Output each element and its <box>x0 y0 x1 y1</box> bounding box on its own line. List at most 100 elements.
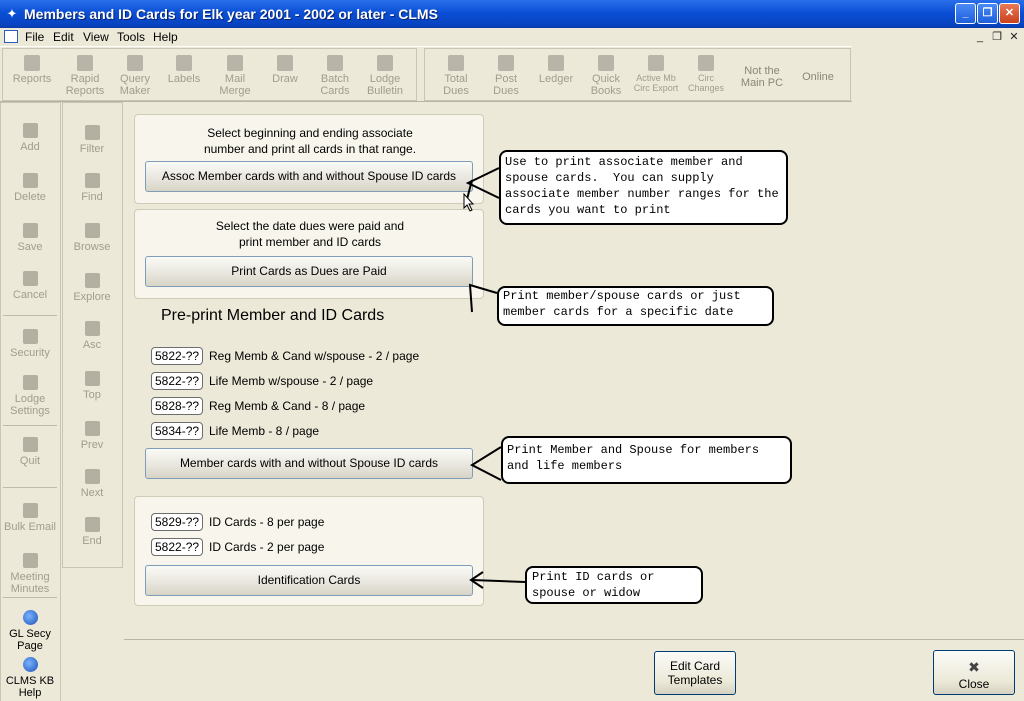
mdi-restore-icon[interactable]: ❐ <box>989 30 1005 44</box>
close-button[interactable]: ✖ Close <box>933 650 1015 695</box>
preprint-item-label: Life Memb - 8 / page <box>209 424 320 438</box>
edit-card-templates-button[interactable]: Edit Card Templates <box>654 651 736 695</box>
save-button[interactable]: Save <box>1 223 59 253</box>
menu-file[interactable]: File <box>25 30 44 44</box>
menu-tools[interactable]: Tools <box>117 30 145 44</box>
clms-kb-help-link[interactable]: CLMS KB Help <box>1 657 59 699</box>
query-maker-button[interactable]: Query Maker <box>110 53 160 101</box>
circ-changes-button[interactable]: Circ Changes <box>681 53 731 101</box>
menu-help[interactable]: Help <box>153 30 178 44</box>
mdi-close-icon[interactable]: ✕ <box>1006 30 1022 44</box>
preprint-heading: Pre-print Member and ID Cards <box>161 307 385 324</box>
lodge-bulletin-icon <box>377 55 393 71</box>
filter-button[interactable]: Filter <box>63 125 121 155</box>
close-icon: ✖ <box>968 659 980 675</box>
mouse-cursor-icon <box>463 193 475 212</box>
filter-icon <box>84 125 100 140</box>
not-main-pc-indicator: Not the Main PC <box>740 65 784 89</box>
sidebar-navigation: Filter Find Browse Explore Asc Top Prev … <box>62 102 123 568</box>
end-button[interactable]: End <box>63 517 121 547</box>
reports-icon <box>24 55 40 71</box>
menu-edit[interactable]: Edit <box>53 30 74 44</box>
globe-icon <box>22 657 38 672</box>
app-icon: ✦ <box>6 6 18 21</box>
explore-button[interactable]: Explore <box>63 273 121 303</box>
code-box: 5834-?? <box>151 422 204 440</box>
document-icon <box>4 30 18 43</box>
delete-icon <box>22 173 38 188</box>
identification-cards-button[interactable]: Identification Cards <box>145 565 473 596</box>
prev-record-icon <box>84 421 100 436</box>
mail-merge-icon <box>227 55 243 71</box>
batch-cards-button[interactable]: Batch Cards <box>310 53 360 101</box>
last-record-icon <box>84 517 100 532</box>
draw-button[interactable]: Draw <box>260 53 310 101</box>
minimize-button[interactable]: _ <box>955 3 976 24</box>
quick-books-button[interactable]: Quick Books <box>581 53 631 101</box>
prev-button[interactable]: Prev <box>63 421 121 451</box>
code-box: 5822-?? <box>151 347 204 365</box>
callout-member-spouse: Print Member and Spouse for members and … <box>501 436 792 484</box>
online-indicator: Online <box>802 71 834 83</box>
lodge-bulletin-button[interactable]: Lodge Bulletin <box>360 53 410 101</box>
labels-button[interactable]: Labels <box>159 53 209 101</box>
bulk-email-button[interactable]: Bulk Email <box>1 503 59 533</box>
callout-assoc: Use to print associate member and spouse… <box>499 150 788 225</box>
find-button[interactable]: Find <box>63 173 121 203</box>
total-dues-button[interactable]: Total Dues <box>431 53 481 101</box>
lodge-settings-icon <box>22 375 38 390</box>
asc-button[interactable]: Asc <box>63 321 121 351</box>
delete-button[interactable]: Delete <box>1 173 59 203</box>
assoc-instructions-line1: Select beginning and ending associate <box>207 126 413 140</box>
next-button[interactable]: Next <box>63 469 121 499</box>
cancel-icon <box>22 271 38 286</box>
maximize-button[interactable]: ❐ <box>977 3 998 24</box>
close-window-button[interactable]: ✕ <box>999 3 1020 24</box>
post-dues-button[interactable]: Post Dues <box>481 53 531 101</box>
labels-icon <box>176 55 192 71</box>
code-box: 5822-?? <box>151 372 204 390</box>
assoc-member-cards-button[interactable]: Assoc Member cards with and without Spou… <box>145 161 473 192</box>
cancel-button[interactable]: Cancel <box>1 271 59 301</box>
reports-button[interactable]: Reports <box>7 53 57 101</box>
security-button[interactable]: Security <box>1 329 59 359</box>
quit-button[interactable]: Quit <box>1 437 59 467</box>
globe-icon <box>22 610 38 625</box>
ledger-icon <box>548 55 564 71</box>
browse-button[interactable]: Browse <box>63 223 121 253</box>
ledger-button[interactable]: Ledger <box>531 53 581 101</box>
add-icon <box>22 123 38 138</box>
bottom-bar: Edit Card Templates ✖ Close <box>124 639 1024 701</box>
id-item-label: ID Cards - 8 per page <box>209 515 325 529</box>
window-title: Members and ID Cards for Elk year 2001 -… <box>24 6 438 22</box>
total-dues-icon <box>448 55 464 71</box>
sidebar-divider <box>3 597 57 598</box>
preprint-item-label: Life Memb w/spouse - 2 / page <box>209 374 374 388</box>
sort-asc-icon <box>84 321 100 336</box>
draw-icon <box>277 55 293 71</box>
lock-icon <box>22 329 38 344</box>
menu-view[interactable]: View <box>83 30 109 44</box>
sidebar-divider <box>3 425 57 426</box>
browse-icon <box>84 223 100 238</box>
add-button[interactable]: Add <box>1 123 59 153</box>
rapid-reports-button[interactable]: Rapid Reports <box>60 53 110 101</box>
gl-secy-page-link[interactable]: GL Secy Page <box>1 610 59 652</box>
assoc-cards-panel: Select beginning and ending associate nu… <box>134 114 484 204</box>
menu-bar: File Edit View Tools Help _ ❐ ✕ <box>0 28 1024 46</box>
top-button[interactable]: Top <box>63 371 121 401</box>
quit-icon <box>22 437 38 452</box>
minutes-icon <box>22 553 38 568</box>
print-cards-dues-paid-button[interactable]: Print Cards as Dues are Paid <box>145 256 473 287</box>
preprint-item-label: Reg Memb & Cand - 8 / page <box>209 399 366 413</box>
batch-cards-icon <box>327 55 343 71</box>
active-mb-circ-export-button[interactable]: Active Mb Circ Export <box>631 53 681 101</box>
lodge-settings-button[interactable]: Lodge Settings <box>1 375 59 417</box>
dues-paid-panel: Select the date dues were paid and print… <box>134 209 484 299</box>
meeting-minutes-button[interactable]: Meeting Minutes <box>1 553 59 595</box>
member-cards-spouse-button[interactable]: Member cards with and without Spouse ID … <box>145 448 473 479</box>
save-icon <box>22 223 38 238</box>
id-item-label: ID Cards - 2 per page <box>209 540 325 554</box>
mail-merge-button[interactable]: Mail Merge <box>210 53 260 101</box>
mdi-minimize-icon[interactable]: _ <box>972 30 988 44</box>
